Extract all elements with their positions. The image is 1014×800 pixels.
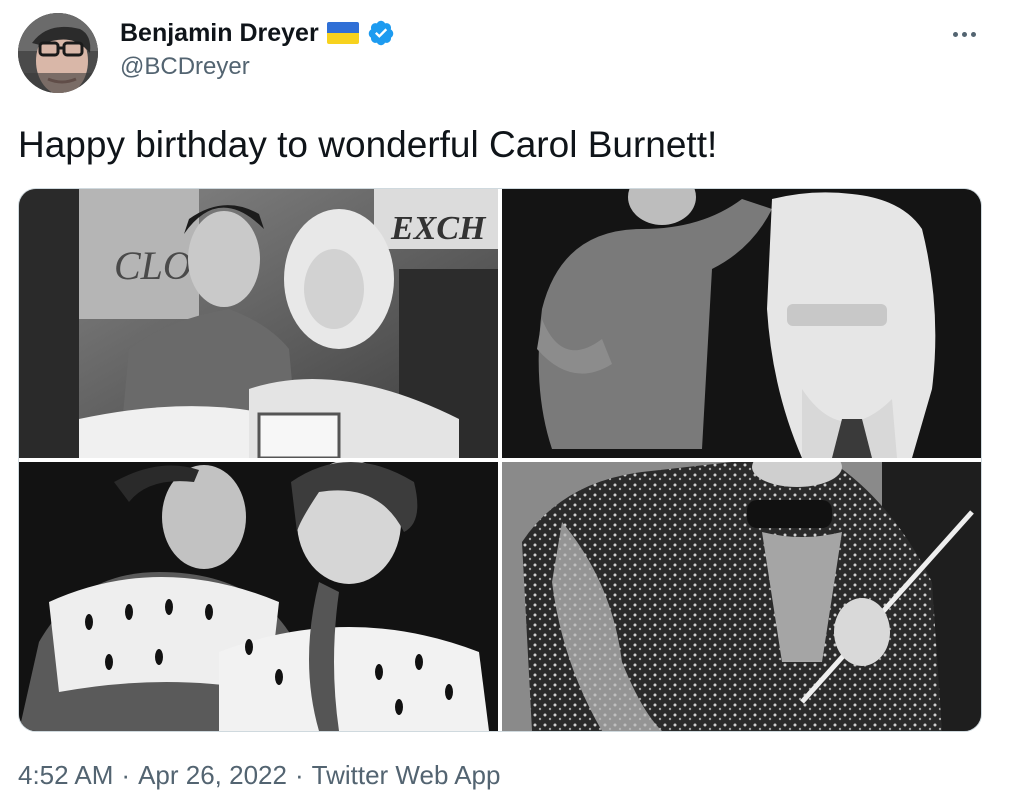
photo-3[interactable] [19,462,498,731]
author-avatar[interactable] [18,13,98,93]
more-dot-icon [952,31,958,37]
more-options-button[interactable] [948,20,980,48]
author-handle[interactable]: @BCDreyer [120,52,250,82]
meta-separator: · [121,760,131,790]
author-display-name[interactable]: Benjamin Dreyer [120,16,319,50]
photo-2-image [502,189,981,458]
more-dot-icon [970,31,976,37]
avatar-image [18,13,98,93]
more-dot-icon [961,31,967,37]
photo-1-image: EXCH CLOS [19,189,498,458]
author-name-row: Benjamin Dreyer [120,16,395,50]
tweet-date[interactable]: Apr 26, 2022 [138,758,287,792]
tweet-text: Happy birthday to wonderful Carol Burnet… [18,124,718,165]
photo-1-sign-right: EXCH [390,210,487,247]
photo-4-image [502,462,981,731]
flag-bottom-stripe [326,33,359,44]
tweet-metadata: 4:52 AM · Apr 26, 2022 · Twitter Web App [18,758,500,792]
photo-1[interactable]: EXCH CLOS [19,189,498,458]
media-grid: EXCH CLOS [18,188,982,732]
tweet-time[interactable]: 4:52 AM [18,758,113,792]
tweet-source[interactable]: Twitter Web App [312,758,501,792]
verified-badge-icon [368,20,393,46]
photo-3-image [19,462,498,731]
photo-2[interactable] [502,189,981,458]
meta-separator: · [294,760,304,790]
photo-4[interactable] [502,462,981,731]
ukraine-flag-icon [326,22,359,44]
flag-top-stripe [326,22,359,33]
